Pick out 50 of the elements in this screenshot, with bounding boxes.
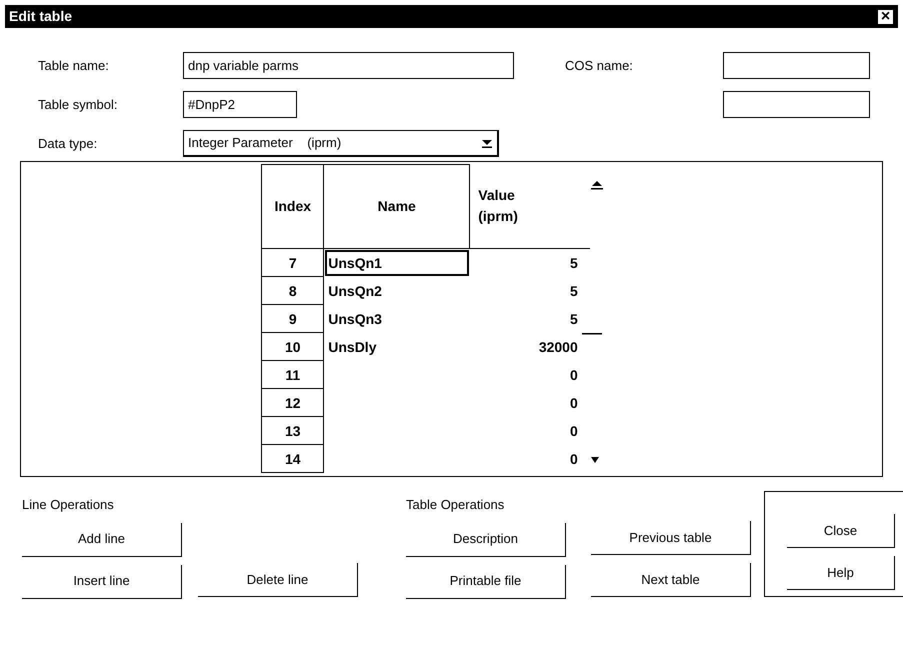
table-cell: 10 xyxy=(262,332,324,360)
table-cell: 5 xyxy=(470,248,590,276)
dropdown-arrow-icon[interactable] xyxy=(481,138,493,148)
scroll-up-icon[interactable] xyxy=(590,180,604,190)
button[interactable]: Next table xyxy=(591,563,751,597)
close-button[interactable]: × xyxy=(877,8,894,24)
table-cell: 7 xyxy=(262,248,324,276)
table-cell[interactable]: UnsQn3 xyxy=(324,304,470,332)
table-cell: 12 xyxy=(262,388,324,416)
column-header: Value (iprm) xyxy=(470,164,590,248)
table-cell-text: 5 xyxy=(568,282,579,300)
input-field[interactable]: #DnpP2 xyxy=(183,91,297,118)
button[interactable]: Previous table xyxy=(591,521,751,555)
section-title: Line Operations xyxy=(22,496,115,514)
column-header: Index xyxy=(262,164,324,248)
dropdown[interactable]: Integer Parameter (iprm) xyxy=(183,130,499,157)
field-label: Data type: xyxy=(38,134,98,153)
button[interactable]: Printable file xyxy=(406,564,566,598)
table-cell-text: 32000 xyxy=(538,338,579,356)
table-cell: 9 xyxy=(262,304,324,332)
section-title: Table Operations xyxy=(406,496,506,514)
button[interactable]: Delete line xyxy=(198,563,358,597)
table-cell-text: 0 xyxy=(568,366,579,384)
dropdown-value: Integer Parameter (iprm) xyxy=(188,134,342,152)
table-cell: 8 xyxy=(262,276,324,304)
input-field[interactable] xyxy=(723,91,870,118)
table-cell[interactable]: UnsDly xyxy=(324,332,470,360)
button[interactable]: Help xyxy=(787,556,895,590)
table-cell-text: 0 xyxy=(568,394,579,412)
field-label: COS name: xyxy=(564,56,634,75)
button[interactable]: Description xyxy=(406,522,566,556)
table-cell: 14 xyxy=(262,444,324,472)
table-cell: 11 xyxy=(262,360,324,388)
table-cell-text: 5 xyxy=(568,310,579,328)
field-label: Table symbol: xyxy=(38,96,118,114)
input-field[interactable]: dnp variable parms xyxy=(183,52,514,79)
table-cell: 13 xyxy=(262,416,324,444)
scroll-thumb[interactable] xyxy=(582,333,602,336)
table-cell-text: 0 xyxy=(568,450,579,468)
window-title: Edit table xyxy=(9,7,72,26)
table-cell[interactable]: UnsQn1 xyxy=(324,248,470,276)
scroll-down-icon[interactable] xyxy=(590,456,600,464)
column-header: Name xyxy=(324,164,470,248)
button[interactable]: Close xyxy=(787,514,895,548)
input-field[interactable] xyxy=(723,52,870,79)
field-label: Table name: xyxy=(38,56,110,75)
table-cell-text: 0 xyxy=(568,422,579,440)
table-cell[interactable]: UnsQn2 xyxy=(324,276,470,304)
button[interactable]: Insert line xyxy=(22,564,182,598)
button[interactable]: Add line xyxy=(22,522,182,556)
